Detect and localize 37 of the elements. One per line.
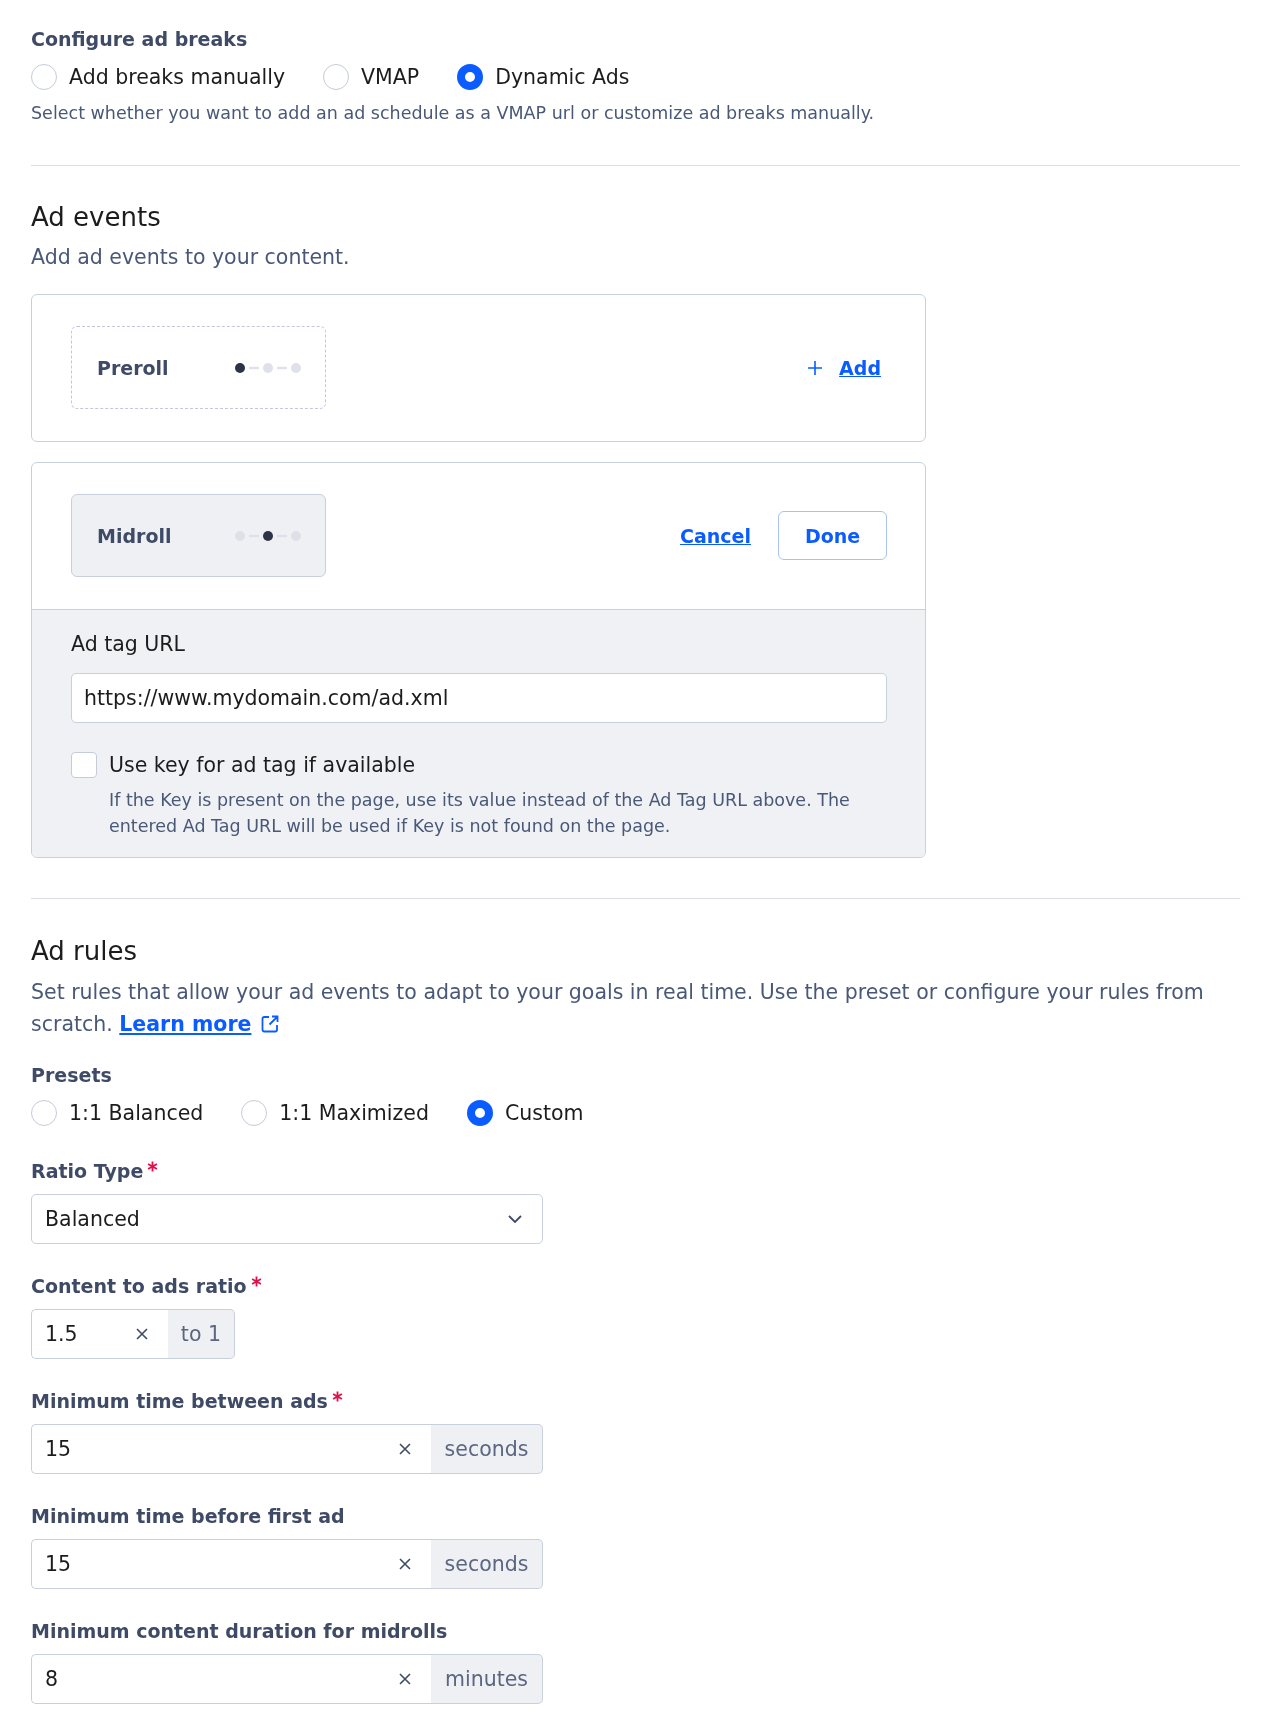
- section-heading: Ad events: [31, 201, 162, 234]
- help-text: Select whether you want to add an ad schedule as a VMAP url or customize ad breaks manually.: [31, 102, 876, 125]
- radio-option[interactable]: 1:1 Balanced: [31, 1098, 204, 1128]
- cancel-link[interactable]: Cancel: [680, 524, 751, 547]
- plus-icon: [808, 360, 823, 375]
- radio-button[interactable]: [466, 1100, 493, 1126]
- radio-option[interactable]: Add breaks manually: [31, 62, 286, 92]
- url-input[interactable]: https://www.mydomain.com/ad.xml: [71, 673, 887, 723]
- section-label: Presets: [31, 1063, 112, 1088]
- field-label: Minimum time before first ad: [31, 1504, 345, 1529]
- ad-event-tile[interactable]: Midroll: [71, 494, 326, 577]
- section-label: Configure ad breaks: [31, 27, 248, 52]
- external-link-icon: [261, 1015, 280, 1033]
- field-label: Ad tag URL: [71, 631, 185, 657]
- radio-option[interactable]: Custom: [466, 1098, 584, 1128]
- checkbox[interactable]: [71, 752, 97, 778]
- learn-more-link[interactable]: Learn more: [119, 1008, 280, 1040]
- field-label: Minimum content duration for midrolls: [31, 1619, 448, 1644]
- section-heading: Ad rules: [31, 935, 139, 968]
- ad-event-label: Midroll: [97, 524, 172, 547]
- ad-event-label: Preroll: [97, 356, 169, 379]
- field-label: Content to ads ratio: [31, 1274, 247, 1299]
- ad-event-tile[interactable]: Preroll: [71, 326, 326, 409]
- checkbox-help-text: If the Key is present on the page, use its value instead of the Ad Tag URL above. The entered Ad Tag URL will be used if Key is not found on the page.: [109, 789, 851, 838]
- field-label: Ratio Type: [31, 1159, 144, 1184]
- chevron-down-icon: [508, 1215, 522, 1223]
- add-link[interactable]: Add: [808, 356, 881, 379]
- dropdown[interactable]: Balanced: [31, 1194, 543, 1244]
- radio-option[interactable]: 1:1 Maximized: [241, 1098, 429, 1128]
- done-button[interactable]: Done: [778, 511, 887, 560]
- radio-option[interactable]: Dynamic Ads: [457, 62, 630, 92]
- section-subtitle: Add ad events to your content.: [31, 244, 351, 271]
- description-text: Set rules that allow your ad events to adapt to your goals in real time. Use the preset or configure your rules from scratch. Learn more: [31, 976, 1240, 1040]
- radio-button[interactable]: [457, 64, 484, 90]
- radio-option[interactable]: VMAP: [323, 62, 420, 92]
- checkbox-label: Use key for ad tag if available: [109, 752, 416, 778]
- field-label: Minimum time between ads: [31, 1389, 328, 1414]
